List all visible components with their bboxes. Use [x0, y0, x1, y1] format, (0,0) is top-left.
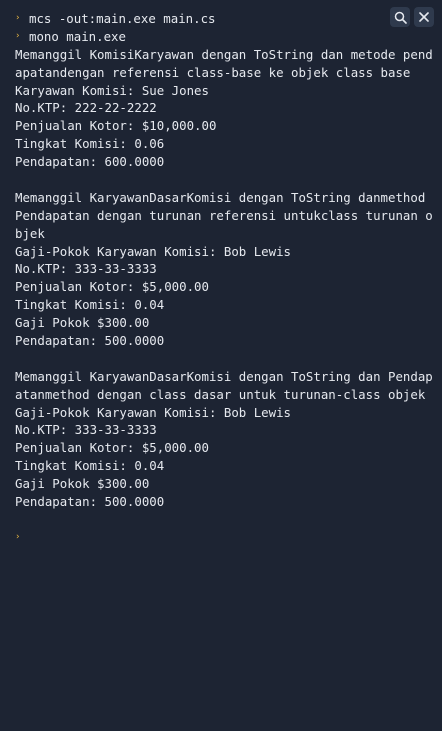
- output-line: Tingkat Komisi: 0.06: [15, 136, 165, 152]
- output-line: atanmethod dengan class dasar untuk turu…: [15, 386, 426, 402]
- prompt-symbol: ›: [15, 13, 21, 23]
- output-line: Gaji Pokok $300.00: [15, 476, 150, 492]
- output-line: No.KTP: 333-33-3333: [15, 422, 157, 438]
- output-line: Penjualan Kotor: $10,000.00: [15, 118, 217, 134]
- command-text: mcs -out:main.exe main.cs: [29, 11, 216, 26]
- terminal-console[interactable]: › mcs -out:main.exe main.cs › mono main.exe…: [0, 0, 442, 731]
- output-line: Gaji-Pokok Karyawan Komisi: Bob Lewis: [15, 243, 292, 259]
- output-line: Gaji Pokok $300.00: [15, 315, 150, 331]
- command-line: › mono main.exe: [15, 28, 434, 46]
- output-line: apatandengan referensi class-base ke obj…: [15, 64, 411, 80]
- output-line: Memanggil KaryawanDasarKomisi dengan ToS…: [15, 368, 433, 384]
- output-line: Pendapatan: 500.0000: [15, 333, 165, 349]
- command-text: mono main.exe: [29, 28, 126, 44]
- output-line: No.KTP: 333-33-3333: [15, 261, 157, 277]
- output-line: Pendapatan: 600.0000: [15, 154, 165, 170]
- command-line: › mcs -out:main.exe main.cs: [15, 10, 434, 28]
- output-line: Gaji-Pokok Karyawan Komisi: Bob Lewis: [15, 404, 292, 420]
- output-line: Tingkat Komisi: 0.04: [15, 297, 165, 313]
- output-line: Tingkat Komisi: 0.04: [15, 458, 165, 474]
- prompt-symbol: ›: [15, 531, 21, 542]
- output-line: Pendapatan dengan turunan referensi untu…: [15, 207, 433, 223]
- output-line: bjek: [15, 225, 45, 241]
- search-icon: [394, 11, 407, 24]
- active-prompt-line[interactable]: ›: [15, 529, 434, 547]
- command-list: › mcs -out:main.exe main.cs › mono main.exe: [15, 10, 434, 46]
- close-button[interactable]: [414, 7, 434, 27]
- output-line: No.KTP: 222-22-2222: [15, 100, 157, 116]
- close-icon: [419, 12, 429, 22]
- output-line: Karyawan Komisi: Sue Jones: [15, 82, 209, 98]
- output-line: Memanggil KomisiKaryawan dengan ToString…: [15, 46, 433, 62]
- output-line: Penjualan Kotor: $5,000.00: [15, 440, 209, 456]
- output-line: Memanggil KaryawanDasarKomisi dengan ToS…: [15, 189, 426, 205]
- output-list: Memanggil KomisiKaryawan dengan ToString…: [15, 46, 434, 529]
- prompt-symbol: ›: [15, 30, 21, 41]
- output-line: Penjualan Kotor: $5,000.00: [15, 279, 209, 295]
- search-button[interactable]: [390, 7, 410, 27]
- output-line: Pendapatan: 500.0000: [15, 494, 165, 510]
